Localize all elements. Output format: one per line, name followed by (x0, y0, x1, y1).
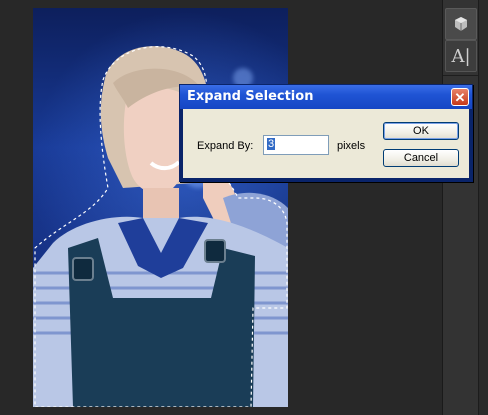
pixels-unit-label: pixels (337, 140, 366, 152)
panel-divider (443, 75, 479, 76)
dialog-body: Expand By: 3 pixels OK Cancel (183, 109, 469, 178)
expand-by-label: Expand By: (197, 140, 254, 152)
close-button[interactable]: ✕ (451, 88, 469, 106)
document-canvas[interactable] (0, 0, 442, 415)
expand-selection-dialog: Expand Selection ✕ Expand By: 3 pixels O… (179, 84, 473, 182)
close-icon: ✕ (454, 89, 466, 105)
photo-document[interactable] (33, 8, 288, 407)
dialog-titlebar[interactable]: Expand Selection ✕ (180, 85, 472, 109)
dialog-title: Expand Selection (187, 89, 314, 104)
panel-strip: A| (442, 0, 488, 415)
panel-edge (478, 0, 488, 415)
3d-cube-icon[interactable] (445, 8, 477, 40)
ok-button[interactable]: OK (383, 122, 459, 140)
cancel-button[interactable]: Cancel (383, 149, 459, 167)
character-panel-icon[interactable]: A| (445, 40, 477, 72)
person-image (33, 46, 288, 407)
expand-by-input[interactable]: 3 (263, 135, 329, 155)
expand-by-value: 3 (267, 138, 276, 150)
